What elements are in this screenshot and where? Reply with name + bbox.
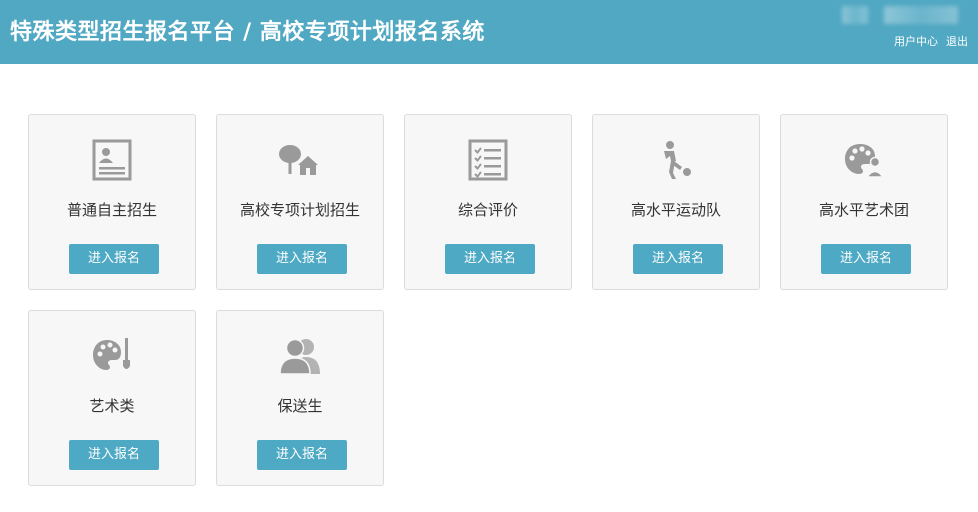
enter-registration-button[interactable]: 进入报名: [257, 440, 347, 470]
card-art-category: 艺术类 进入报名: [28, 310, 196, 486]
users-icon: [217, 333, 383, 379]
enter-registration-button[interactable]: 进入报名: [445, 244, 535, 274]
card-label: 高水平艺术团: [818, 201, 909, 219]
card-recommended-students: 保送生 进入报名: [216, 310, 384, 486]
enter-registration-button[interactable]: 进入报名: [821, 244, 911, 274]
soccer-player-icon: [593, 137, 759, 183]
card-label: 保送生: [277, 397, 323, 415]
card-label: 艺术类: [89, 397, 135, 415]
card-label: 高校专项计划招生: [239, 201, 360, 219]
card-comprehensive-evaluation: 综合评价 进入报名: [404, 114, 572, 290]
enter-registration-button[interactable]: 进入报名: [69, 244, 159, 274]
card-grid: 普通自主招生 进入报名 高校专项计划招生 进入报名 综合评价 进入报名 高水平运…: [0, 0, 978, 512]
card-sports-team: 高水平运动队 进入报名: [592, 114, 760, 290]
palette-brush-icon: [29, 333, 195, 379]
card-art-troupe: 高水平艺术团 进入报名: [780, 114, 948, 290]
enter-registration-button[interactable]: 进入报名: [633, 244, 723, 274]
enter-registration-button[interactable]: 进入报名: [69, 440, 159, 470]
card-normal-admission: 普通自主招生 进入报名: [28, 114, 196, 290]
card-label: 综合评价: [457, 201, 518, 219]
id-card-icon: [29, 137, 195, 183]
palette-person-icon: [781, 137, 947, 183]
checklist-icon: [405, 137, 571, 183]
enter-registration-button[interactable]: 进入报名: [257, 244, 347, 274]
card-label: 普通自主招生: [66, 201, 157, 219]
tree-house-icon: [217, 137, 383, 183]
card-special-program: 高校专项计划招生 进入报名: [216, 114, 384, 290]
card-label: 高水平运动队: [630, 201, 721, 219]
